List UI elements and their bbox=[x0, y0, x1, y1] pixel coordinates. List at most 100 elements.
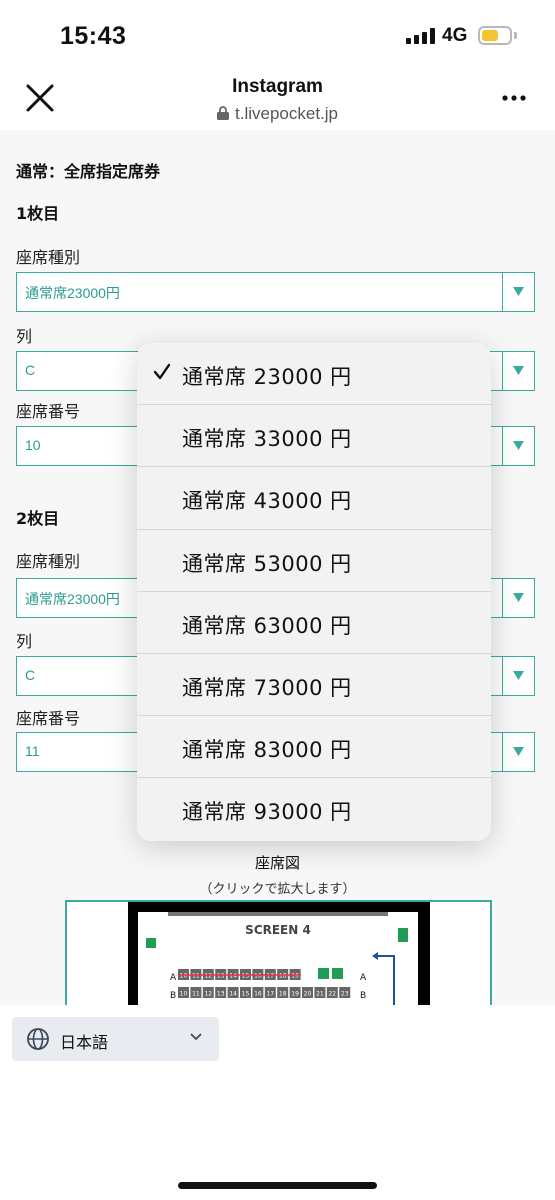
globe-icon bbox=[27, 1028, 49, 1050]
triangle-down-icon bbox=[513, 593, 524, 602]
seat-number: 15 bbox=[242, 991, 250, 998]
select-value: 10 bbox=[25, 437, 41, 453]
select-arrow bbox=[502, 352, 534, 390]
picker-option[interactable]: 通常席 53000 円 bbox=[137, 530, 491, 592]
status-time: 15:43 bbox=[60, 22, 127, 50]
triangle-down-icon bbox=[513, 366, 524, 375]
ticket-1-row-label: 列 bbox=[16, 327, 33, 346]
picker-option[interactable]: 通常席 73000 円 bbox=[137, 654, 491, 717]
signal-icon bbox=[406, 28, 436, 44]
seat-number: 15 bbox=[242, 973, 250, 980]
picker-option-label: 通常席 33000 円 bbox=[182, 427, 352, 452]
home-indicator bbox=[178, 1182, 377, 1189]
seat-number: 10 bbox=[180, 991, 188, 998]
seat-row-b: 10 11 12 13 14 15 16 17 18 19 20 21 22 23 bbox=[178, 987, 351, 998]
select-arrow bbox=[502, 579, 534, 617]
select-arrow bbox=[502, 733, 534, 771]
battery-icon bbox=[478, 26, 512, 45]
seat-number: 12 bbox=[204, 973, 212, 980]
ticket-2-heading: 2枚目 bbox=[16, 509, 60, 528]
seat-number: 17 bbox=[266, 991, 274, 998]
language-select[interactable]: 日本語 bbox=[12, 1017, 219, 1061]
seat-number: 12 bbox=[204, 991, 212, 998]
seat-number: 13 bbox=[217, 991, 225, 998]
network-type: 4G bbox=[442, 25, 468, 46]
seat-map-image[interactable]: SCREEN 4 A B 10 11 12 13 14 15 16 17 18 19 10 11 12… bbox=[128, 902, 430, 1005]
select-value: C bbox=[25, 362, 36, 378]
select-arrow bbox=[502, 273, 534, 311]
more-options-button[interactable] bbox=[500, 86, 528, 110]
seat-number: 17 bbox=[266, 973, 274, 980]
seat-number: 13 bbox=[217, 973, 225, 980]
picker-option[interactable]: 通常席 23000 円 bbox=[137, 343, 491, 406]
browser-header: Instagram t.livepocket.jp bbox=[0, 70, 555, 130]
row-b-label-right: B bbox=[360, 991, 366, 1001]
picker-option-label: 通常席 83000 円 bbox=[182, 738, 352, 763]
row-a-label: A bbox=[170, 973, 177, 983]
more-icon bbox=[502, 95, 526, 101]
ticket-1-seat-type-select[interactable]: 通常席23000円 bbox=[16, 272, 535, 312]
picker-option[interactable]: 通常席 63000 円 bbox=[137, 592, 491, 654]
picker-option-label: 通常席 43000 円 bbox=[182, 489, 352, 514]
triangle-down-icon bbox=[513, 287, 524, 296]
picker-option-label: 通常席 63000 円 bbox=[182, 613, 352, 638]
footer: 日本語 bbox=[0, 1005, 555, 1200]
seat-number: 14 bbox=[229, 973, 237, 980]
url-display: t.livepocket.jp bbox=[0, 104, 555, 124]
select-value: 通常席23000円 bbox=[25, 591, 120, 607]
select-value: C bbox=[25, 667, 36, 683]
seat-map-subcaption: （クリックで拡大します） bbox=[199, 882, 356, 897]
ticket-2-seat-number-label: 座席番号 bbox=[16, 709, 81, 728]
seat-number: 11 bbox=[192, 991, 200, 998]
ticket-1-seat-number-label: 座席番号 bbox=[16, 402, 81, 421]
ticket-1-seat-type-label: 座席種別 bbox=[16, 248, 81, 267]
select-arrow bbox=[502, 657, 534, 695]
seat-number: 18 bbox=[279, 991, 287, 998]
seat-number: 19 bbox=[291, 973, 299, 980]
seat-number: 11 bbox=[192, 973, 200, 980]
select-value: 11 bbox=[25, 743, 40, 759]
row-b-label: B bbox=[170, 991, 176, 1001]
seat-map-caption: 座席図 bbox=[254, 854, 300, 872]
ticket-type-title: 通常：全席指定席券 bbox=[16, 162, 161, 181]
lock-icon bbox=[217, 106, 229, 120]
page-title: Instagram bbox=[232, 76, 323, 97]
seat-number: 20 bbox=[304, 991, 312, 998]
battery-tip bbox=[514, 32, 517, 39]
seat-number: 16 bbox=[254, 973, 262, 980]
seat-number: 22 bbox=[328, 991, 336, 998]
picker-option[interactable]: 通常席 33000 円 bbox=[137, 405, 491, 468]
seat-type-picker[interactable]: 通常席 23000 円通常席 33000 円通常席 43000 円通常席 530… bbox=[137, 343, 491, 841]
seat-number: 21 bbox=[316, 991, 324, 998]
seat-number: 10 bbox=[180, 973, 188, 980]
language-label: 日本語 bbox=[60, 1033, 109, 1052]
chevron-down-icon bbox=[190, 1033, 202, 1041]
ticket-1-heading: 1枚目 bbox=[16, 204, 60, 223]
seat-number: 18 bbox=[279, 973, 287, 980]
status-bar: 15:43 4G bbox=[0, 0, 555, 70]
screen-label: SCREEN 4 bbox=[245, 923, 311, 937]
triangle-down-icon bbox=[513, 747, 524, 756]
seat-map-inner: SCREEN 4 A B 10 11 12 13 14 15 16 17 18 19 10 11 12… bbox=[138, 912, 418, 1005]
picker-option[interactable]: 通常席 43000 円 bbox=[137, 467, 491, 530]
seat-number: 14 bbox=[229, 991, 237, 998]
row-a-label-right: A bbox=[360, 973, 367, 983]
seat-number: 16 bbox=[254, 991, 262, 998]
checkmark-icon bbox=[153, 363, 171, 380]
triangle-down-icon bbox=[513, 441, 524, 450]
url-text: t.livepocket.jp bbox=[235, 104, 338, 123]
ticket-2-row-label: 列 bbox=[16, 632, 33, 651]
select-value: 通常席23000円 bbox=[25, 285, 120, 301]
picker-option-label: 通常席 23000 円 bbox=[182, 365, 352, 389]
picker-option[interactable]: 通常席 83000 円 bbox=[137, 716, 491, 779]
picker-option-label: 通常席 53000 円 bbox=[182, 551, 352, 576]
select-arrow bbox=[502, 427, 534, 465]
picker-option-label: 通常席 93000 円 bbox=[182, 800, 352, 825]
picker-option-label: 通常席 73000 円 bbox=[182, 675, 352, 700]
ticket-2-seat-type-label: 座席種別 bbox=[16, 552, 81, 571]
seat-number: 19 bbox=[291, 991, 299, 998]
seat-map-drawing: SCREEN 4 A B 10 11 12 13 14 15 16 17 18 19 10 11 12… bbox=[146, 912, 408, 1005]
triangle-down-icon bbox=[513, 671, 524, 680]
picker-option[interactable]: 通常席 93000 円 bbox=[137, 778, 491, 840]
seat-number: 23 bbox=[341, 991, 349, 998]
